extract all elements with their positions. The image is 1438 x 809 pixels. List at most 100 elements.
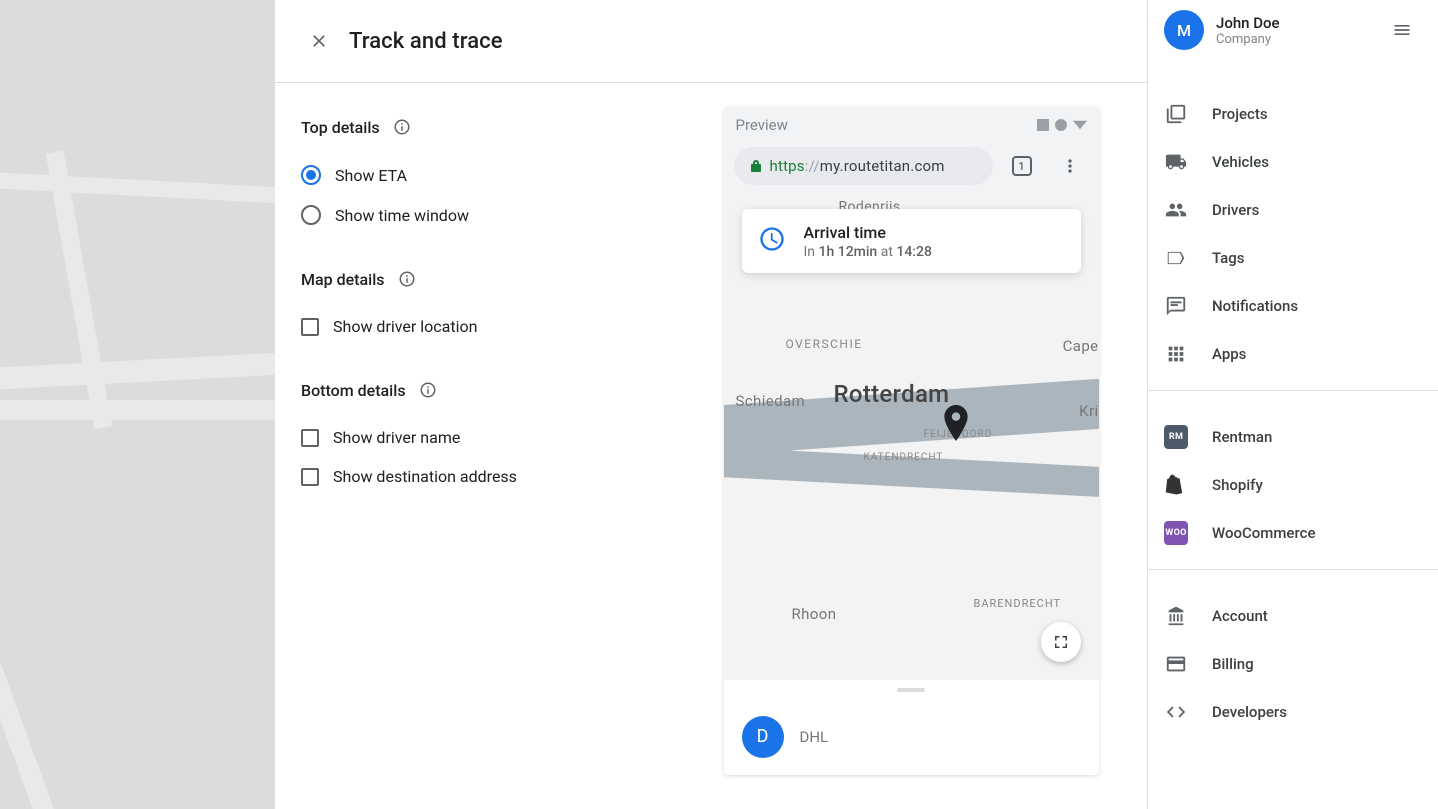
sidebar-item-projects[interactable]: Projects [1148, 90, 1438, 138]
map-label: BARENDRECHT [974, 597, 1062, 610]
sidebar-item-woocommerce[interactable]: WOO WooCommerce [1148, 509, 1438, 557]
sidebar-item-label: Drivers [1212, 201, 1259, 219]
sidebar-item-label: Apps [1212, 345, 1246, 363]
sidebar-item-label: Billing [1212, 655, 1254, 673]
billing-icon [1164, 652, 1188, 676]
sidebar-item-account[interactable]: Account [1148, 592, 1438, 640]
sidebar-item-drivers[interactable]: Drivers [1148, 186, 1438, 234]
arrival-subtitle: In 1h 12min at 14:28 [804, 244, 932, 260]
map-details-title: Map details [301, 270, 385, 289]
sidebar-item-notifications[interactable]: Notifications [1148, 282, 1438, 330]
tags-icon [1164, 246, 1188, 270]
map-label: OVERSCHIE [786, 337, 863, 351]
tabs-button[interactable]: 1 [1003, 147, 1041, 185]
option-label: Show driver name [333, 428, 460, 447]
browser-menu-button[interactable] [1051, 147, 1089, 185]
bottom-details-info-button[interactable] [416, 378, 440, 402]
expand-button[interactable] [1041, 622, 1081, 662]
info-icon [393, 118, 411, 136]
top-details-info-button[interactable] [390, 115, 414, 139]
driver-avatar: D [742, 716, 784, 758]
sidebar-item-label: Projects [1212, 105, 1268, 123]
preview-device: Preview https://my.routetitan.com 1 [724, 107, 1099, 775]
panel-title: Track and trace [349, 29, 503, 54]
user-name: John Doe [1216, 14, 1280, 32]
drivers-icon [1164, 198, 1188, 222]
option-show-destination-address[interactable]: Show destination address [301, 459, 667, 494]
map-label: Schiedam [736, 392, 806, 410]
chevron-down-icon [1073, 118, 1087, 132]
sidebar-item-label: Vehicles [1212, 153, 1269, 171]
preview-map[interactable]: Rodenrijs OVERSCHIE Schiedam Rotterdam F… [724, 197, 1099, 680]
sidebar: M John Doe Company Projects Vehicles Drive… [1147, 0, 1438, 809]
menu-icon [1392, 20, 1412, 40]
developers-icon [1164, 700, 1188, 724]
option-label: Show destination address [333, 467, 517, 486]
sidebar-item-label: Account [1212, 607, 1268, 625]
sidebar-item-tags[interactable]: Tags [1148, 234, 1438, 282]
fullscreen-icon [1052, 633, 1070, 651]
notifications-icon [1164, 294, 1188, 318]
url-host: my.routetitan.com [820, 157, 945, 175]
info-icon [398, 270, 416, 288]
option-show-time-window[interactable]: Show time window [301, 197, 667, 233]
vehicles-icon [1164, 150, 1188, 174]
brand-icon: WOO [1164, 521, 1188, 545]
track-and-trace-panel: Track and trace Top details Show ETA [275, 0, 1147, 809]
arrival-card: Arrival time In 1h 12min at 14:28 [742, 209, 1081, 273]
preview-bottom-sheet[interactable]: D DHL [724, 680, 1099, 775]
top-details-title: Top details [301, 118, 380, 137]
user-avatar[interactable]: M [1164, 10, 1204, 50]
driver-label: DHL [800, 728, 829, 746]
option-label: Show time window [335, 206, 469, 225]
sidebar-item-shopify[interactable]: Shopify [1148, 461, 1438, 509]
hamburger-button[interactable] [1382, 10, 1422, 50]
clock-icon [758, 225, 786, 257]
account-icon [1164, 604, 1188, 628]
close-icon [309, 31, 329, 51]
brand-icon: RM [1164, 425, 1188, 449]
stop-icon [1037, 119, 1049, 131]
circle-icon [1055, 119, 1067, 131]
option-show-driver-name[interactable]: Show driver name [301, 420, 667, 455]
sidebar-item-billing[interactable]: Billing [1148, 640, 1438, 688]
preview-label: Preview [736, 116, 788, 134]
radio-selected-icon [301, 165, 321, 185]
projects-icon [1164, 102, 1188, 126]
checkbox-unchecked-icon [301, 468, 319, 486]
option-show-driver-location[interactable]: Show driver location [301, 309, 667, 344]
map-marker-icon [943, 405, 969, 441]
sidebar-item-rentman[interactable]: RM Rentman [1148, 413, 1438, 461]
map-city-label: Rotterdam [834, 380, 950, 408]
option-show-eta[interactable]: Show ETA [301, 157, 667, 193]
map-label: Rhoon [792, 605, 837, 623]
map-details-info-button[interactable] [395, 267, 419, 291]
info-icon [419, 381, 437, 399]
option-label: Show ETA [335, 166, 407, 185]
url-bar[interactable]: https://my.routetitan.com [734, 147, 993, 185]
map-label: Cape [1063, 337, 1099, 355]
user-company: Company [1216, 32, 1280, 47]
sidebar-item-label: WooCommerce [1212, 524, 1316, 542]
sidebar-item-apps[interactable]: Apps [1148, 330, 1438, 378]
checkbox-unchecked-icon [301, 318, 319, 336]
tab-count: 1 [1018, 160, 1024, 173]
sidebar-item-label: Notifications [1212, 297, 1298, 315]
map-label: KATENDRECHT [864, 452, 944, 463]
sidebar-item-vehicles[interactable]: Vehicles [1148, 138, 1438, 186]
arrival-title: Arrival time [804, 223, 932, 242]
url-protocol: https [770, 157, 805, 175]
lock-icon [750, 159, 762, 173]
sidebar-item-label: Shopify [1212, 476, 1263, 494]
sidebar-item-developers[interactable]: Developers [1148, 688, 1438, 736]
bottom-details-title: Bottom details [301, 381, 406, 400]
checkbox-unchecked-icon [301, 429, 319, 447]
sidebar-item-label: Developers [1212, 703, 1287, 721]
apps-icon [1164, 342, 1188, 366]
option-label: Show driver location [333, 317, 477, 336]
sidebar-item-label: Tags [1212, 249, 1244, 267]
radio-unchecked-icon [301, 205, 321, 225]
sidebar-item-label: Rentman [1212, 428, 1272, 446]
close-button[interactable] [299, 21, 339, 61]
drag-handle-icon[interactable] [897, 688, 925, 692]
